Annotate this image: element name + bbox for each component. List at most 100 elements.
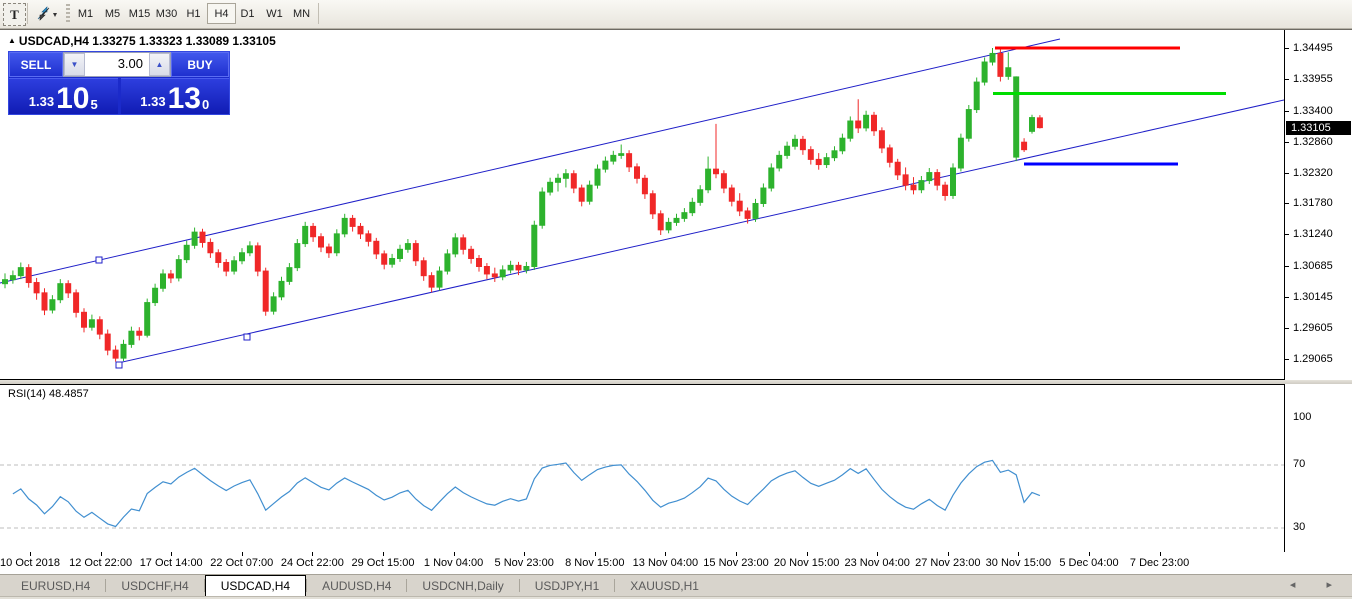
candle <box>97 320 102 334</box>
candle <box>982 62 987 82</box>
chart-tab-xauusd[interactable]: XAUUSD,H1 <box>615 576 714 597</box>
time-axis-label: 23 Nov 04:00 <box>844 557 909 569</box>
channel-handle[interactable] <box>96 257 102 263</box>
buy-quote[interactable]: 1.33130 <box>121 78 230 114</box>
timeframe-button-m1[interactable]: M1 <box>72 3 99 24</box>
candle <box>832 151 837 158</box>
candle <box>168 274 173 278</box>
candle <box>26 268 31 283</box>
chart-tab-usdchf[interactable]: USDCHF,H4 <box>106 576 203 597</box>
candle <box>58 284 63 300</box>
tab-scroll-arrows[interactable]: ◂ ▸ <box>1290 578 1346 591</box>
candle <box>800 139 805 149</box>
chart-tab-usdcnh[interactable]: USDCNH,Daily <box>407 576 518 597</box>
candle <box>129 331 134 344</box>
candle <box>319 237 324 247</box>
price-axis-label: 1.33955 <box>1293 73 1333 85</box>
timeframe-button-m30[interactable]: M30 <box>153 3 180 24</box>
candle <box>10 276 15 280</box>
collapse-triangle-icon[interactable]: ▲ <box>8 36 16 45</box>
candle <box>74 293 79 312</box>
main-chart-plot[interactable]: ▲USDCAD,H4 1.33275 1.33323 1.33089 1.331… <box>0 30 1285 380</box>
candle <box>840 138 845 151</box>
buy-button[interactable]: BUY <box>171 52 229 77</box>
toolbar-grip[interactable] <box>66 4 70 24</box>
time-axis[interactable]: 10 Oct 201812 Oct 22:0017 Oct 14:0022 Oc… <box>0 552 1352 574</box>
candle <box>176 260 181 278</box>
timeframe-button-w1[interactable]: W1 <box>261 3 288 24</box>
timeframe-button-h1[interactable]: H1 <box>180 3 207 24</box>
volume-field[interactable]: 3.00 <box>85 53 149 76</box>
price-axis[interactable]: 1.344951.339551.334001.328601.323201.317… <box>1285 30 1352 379</box>
current-price-tag: 1.33105 <box>1286 121 1351 135</box>
candle <box>864 115 869 128</box>
price-tick <box>1285 328 1289 329</box>
sell-button[interactable]: SELL <box>9 52 63 77</box>
volume-spinner: ▼ 3.00 ▲ <box>63 52 171 77</box>
time-tick <box>524 552 525 556</box>
timeframe-button-m15[interactable]: M15 <box>126 3 153 24</box>
channel-lower[interactable] <box>118 100 1284 363</box>
candle <box>706 169 711 190</box>
price-axis-label: 1.32320 <box>1293 167 1333 179</box>
text-tool-icon[interactable]: T <box>3 3 26 26</box>
volume-decrease-icon[interactable]: ▼ <box>64 53 85 76</box>
time-tick <box>171 552 172 556</box>
chart-tab-usdcad[interactable]: USDCAD,H4 <box>205 575 306 597</box>
candle <box>714 169 719 174</box>
timeframe-button-m5[interactable]: M5 <box>99 3 126 24</box>
time-axis-label: 10 Oct 2018 <box>0 557 60 569</box>
rsi-panel[interactable]: RSI(14) 48.4857 <box>0 384 1285 553</box>
candle <box>3 280 8 284</box>
sell-quote[interactable]: 1.33105 <box>9 78 118 114</box>
volume-increase-icon[interactable]: ▲ <box>149 53 170 76</box>
candle <box>603 161 608 169</box>
arrows-tool-icon[interactable] <box>31 3 63 24</box>
channel-handle[interactable] <box>116 362 122 368</box>
candle <box>208 242 213 252</box>
toolbar-separator <box>318 3 319 24</box>
candle <box>421 261 426 276</box>
price-axis-label: 1.33400 <box>1293 105 1333 117</box>
chart-title: ▲USDCAD,H4 1.33275 1.33323 1.33089 1.331… <box>8 34 276 48</box>
timeframe-button-mn[interactable]: MN <box>288 3 315 24</box>
time-tick <box>454 552 455 556</box>
candle <box>872 115 877 130</box>
rsi-axis: 10070300 <box>1285 384 1352 551</box>
time-tick <box>101 552 102 556</box>
time-tick <box>736 552 737 556</box>
chart-tab-usdjpy[interactable]: USDJPY,H1 <box>520 576 614 597</box>
price-tick <box>1285 297 1289 298</box>
candle <box>911 185 916 190</box>
candle <box>943 185 948 195</box>
chart-tab-eurusd[interactable]: EURUSD,H4 <box>6 576 105 597</box>
candle <box>303 226 308 243</box>
candle <box>382 254 387 264</box>
time-tick <box>1018 552 1019 556</box>
candle <box>1014 77 1019 157</box>
candle <box>745 211 750 218</box>
candle <box>1006 68 1011 77</box>
chart-tab-bar: EURUSD,H4USDCHF,H4USDCAD,H4AUDUSD,H4USDC… <box>0 574 1352 597</box>
candle <box>34 283 39 293</box>
timeframe-button-h4[interactable]: H4 <box>207 3 236 24</box>
time-axis-label: 24 Oct 22:00 <box>281 557 344 569</box>
candle <box>42 293 47 310</box>
candle <box>1037 118 1042 128</box>
candle <box>642 178 647 193</box>
time-axis-label: 22 Oct 07:00 <box>210 557 273 569</box>
chart-tab-audusd[interactable]: AUDUSD,H4 <box>307 576 406 597</box>
candle <box>492 274 497 277</box>
timeframe-button-d1[interactable]: D1 <box>234 3 261 24</box>
candle <box>334 234 339 253</box>
channel-handle[interactable] <box>244 334 250 340</box>
candle <box>895 162 900 175</box>
price-tick <box>1285 234 1289 235</box>
candle <box>595 169 600 185</box>
candle <box>690 202 695 212</box>
candle <box>89 320 94 327</box>
candle <box>145 303 150 336</box>
candle <box>935 173 940 186</box>
candle <box>563 174 568 179</box>
candle <box>18 268 23 276</box>
